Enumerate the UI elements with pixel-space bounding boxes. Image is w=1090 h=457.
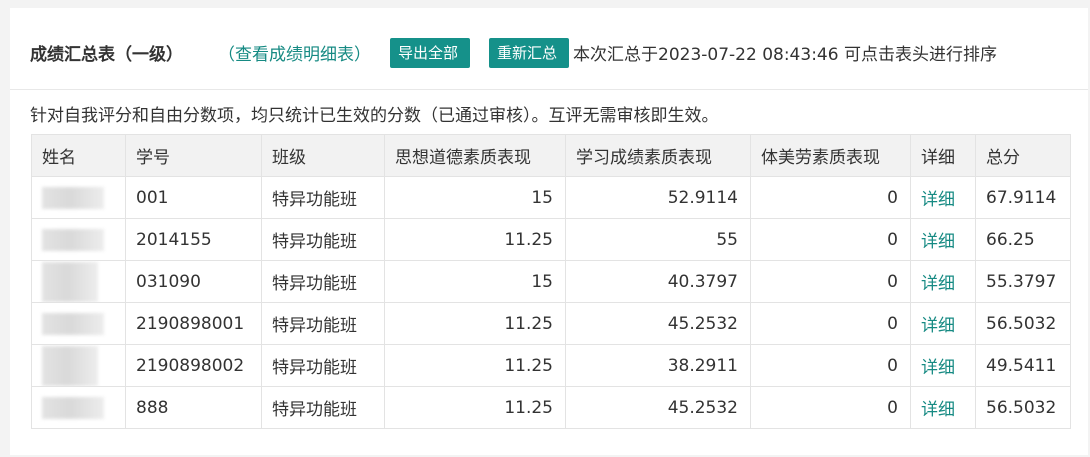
- column-header-pe[interactable]: 体美劳素质表现: [750, 134, 911, 177]
- panel-header: 成绩汇总表（一级） （查看成绩明细表） 导出全部 重新汇总 本次汇总于2023-…: [10, 8, 1088, 90]
- cell-study: 45.2532: [565, 386, 751, 429]
- cell-class: 特异功能班: [261, 218, 385, 261]
- redacted-name: [42, 261, 98, 302]
- score-summary-panel: 成绩汇总表（一级） （查看成绩明细表） 导出全部 重新汇总 本次汇总于2023-…: [10, 8, 1088, 455]
- column-header-name[interactable]: 姓名: [31, 134, 126, 177]
- column-header-detail[interactable]: 详细: [910, 134, 976, 177]
- table-row: 031090 特异功能班 15 40.3797 0 详细 55.3797: [31, 260, 1071, 303]
- cell-student-id: 031090: [125, 260, 262, 303]
- page-title: 成绩汇总表（一级）: [30, 45, 183, 65]
- cell-moral: 11.25: [384, 386, 566, 429]
- redacted-name: [42, 186, 104, 209]
- column-header-total[interactable]: 总分: [975, 134, 1071, 177]
- table-row: 2190898002 特异功能班 11.25 38.2911 0 详细 49.5…: [31, 344, 1071, 387]
- cell-detail: 详细: [910, 218, 976, 261]
- cell-pe: 0: [750, 302, 911, 345]
- cell-class: 特异功能班: [261, 176, 385, 219]
- cell-detail: 详细: [910, 260, 976, 303]
- cell-study: 52.9114: [565, 176, 751, 219]
- cell-student-id: 001: [125, 176, 262, 219]
- cell-study: 40.3797: [565, 260, 751, 303]
- cell-moral: 11.25: [384, 302, 566, 345]
- cell-class: 特异功能班: [261, 386, 385, 429]
- cell-moral: 11.25: [384, 218, 566, 261]
- scoring-note: 针对自我评分和自由分数项，均只统计已生效的分数（已通过审核）。互评无需审核即生效…: [30, 106, 719, 126]
- cell-name: [31, 218, 126, 261]
- view-detail-table-link[interactable]: （查看成绩明细表）: [218, 40, 371, 65]
- cell-detail: 详细: [910, 176, 976, 219]
- cell-study: 45.2532: [565, 302, 751, 345]
- detail-link[interactable]: 详细: [921, 316, 955, 336]
- redacted-name: [42, 228, 104, 251]
- recalculate-button[interactable]: 重新汇总: [489, 38, 569, 68]
- column-header-class[interactable]: 班级: [261, 134, 385, 177]
- cell-study: 38.2911: [565, 344, 751, 387]
- cell-total: 67.9114: [975, 176, 1071, 219]
- cell-pe: 0: [750, 260, 911, 303]
- cell-study: 55: [565, 218, 751, 261]
- redacted-name: [42, 345, 98, 386]
- table-row: 2014155 特异功能班 11.25 55 0 详细 66.25: [31, 218, 1071, 261]
- cell-total: 55.3797: [975, 260, 1071, 303]
- cell-class: 特异功能班: [261, 260, 385, 303]
- cell-detail: 详细: [910, 302, 976, 345]
- table-row: 2190898001 特异功能班 11.25 45.2532 0 详细 56.5…: [31, 302, 1071, 345]
- cell-student-id: 888: [125, 386, 262, 429]
- cell-detail: 详细: [910, 386, 976, 429]
- table-row: 888 特异功能班 11.25 45.2532 0 详细 56.5032: [31, 386, 1071, 429]
- cell-total: 56.5032: [975, 386, 1071, 429]
- cell-moral: 15: [384, 260, 566, 303]
- detail-link[interactable]: 详细: [921, 358, 955, 378]
- cell-class: 特异功能班: [261, 344, 385, 387]
- cell-detail: 详细: [910, 344, 976, 387]
- cell-student-id: 2190898002: [125, 344, 262, 387]
- redacted-name: [42, 396, 104, 419]
- detail-link[interactable]: 详细: [921, 232, 955, 252]
- column-header-student-id[interactable]: 学号: [125, 134, 262, 177]
- cell-name: [31, 176, 126, 219]
- cell-name: [31, 386, 126, 429]
- detail-link[interactable]: 详细: [921, 190, 955, 210]
- cell-class: 特异功能班: [261, 302, 385, 345]
- cell-total: 66.25: [975, 218, 1071, 261]
- cell-moral: 11.25: [384, 344, 566, 387]
- column-header-moral[interactable]: 思想道德素质表现: [384, 134, 566, 177]
- column-header-study[interactable]: 学习成绩素质表现: [565, 134, 751, 177]
- cell-student-id: 2014155: [125, 218, 262, 261]
- detail-link[interactable]: 详细: [921, 274, 955, 294]
- table-row: 001 特异功能班 15 52.9114 0 详细 67.9114: [31, 176, 1071, 219]
- cell-name: [31, 260, 126, 303]
- redacted-name: [42, 312, 104, 335]
- detail-link[interactable]: 详细: [921, 400, 955, 420]
- cell-name: [31, 302, 126, 345]
- cell-pe: 0: [750, 176, 911, 219]
- summary-timestamp-text: 本次汇总于2023-07-22 08:43:46 可点击表头进行排序: [573, 45, 997, 65]
- cell-total: 49.5411: [975, 344, 1071, 387]
- table-header-row: 姓名 学号 班级 思想道德素质表现 学习成绩素质表现 体美劳素质表现 详细 总分: [31, 134, 1071, 177]
- cell-name: [31, 344, 126, 387]
- cell-student-id: 2190898001: [125, 302, 262, 345]
- cell-total: 56.5032: [975, 302, 1071, 345]
- score-table: 姓名 学号 班级 思想道德素质表现 学习成绩素质表现 体美劳素质表现 详细 总分…: [31, 134, 1071, 429]
- cell-moral: 15: [384, 176, 566, 219]
- cell-pe: 0: [750, 386, 911, 429]
- cell-pe: 0: [750, 218, 911, 261]
- cell-pe: 0: [750, 344, 911, 387]
- export-all-button[interactable]: 导出全部: [390, 38, 470, 68]
